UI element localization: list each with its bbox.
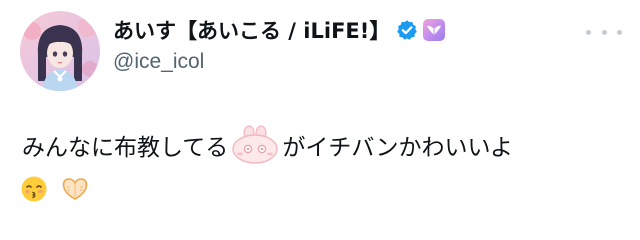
avatar[interactable] — [20, 11, 100, 91]
avatar-image — [20, 11, 100, 91]
tweet-card: あいす【あいこる / iLiFE!】 @ice_icol みんなに布教してる が… — [0, 0, 640, 240]
more-dot — [601, 29, 607, 35]
affiliate-badge-icon[interactable] — [423, 19, 446, 41]
display-name[interactable]: あいす【あいこる / iLiFE!】 — [113, 15, 390, 45]
more-dot — [617, 29, 622, 35]
more-dot — [586, 29, 591, 35]
kissing-face-icon — [20, 175, 48, 203]
tweet-body-text: みんなに布教してる がイチバンかわいいよ — [22, 125, 513, 165]
tweet-text-before: みんなに布教してる — [22, 135, 229, 161]
tweet-text-after: がイチバンかわいいよ — [282, 135, 514, 161]
author-name-row: あいす【あいこる / iLiFE!】 — [113, 14, 446, 46]
trailing-emoji-row — [20, 175, 90, 203]
verified-badge-icon — [396, 19, 418, 41]
heart-hands-icon — [60, 176, 90, 202]
more-dots-icon[interactable] — [586, 22, 622, 42]
author-handle[interactable]: @ice_icol — [113, 50, 204, 74]
pink-bunny-mascot-icon — [230, 125, 280, 165]
